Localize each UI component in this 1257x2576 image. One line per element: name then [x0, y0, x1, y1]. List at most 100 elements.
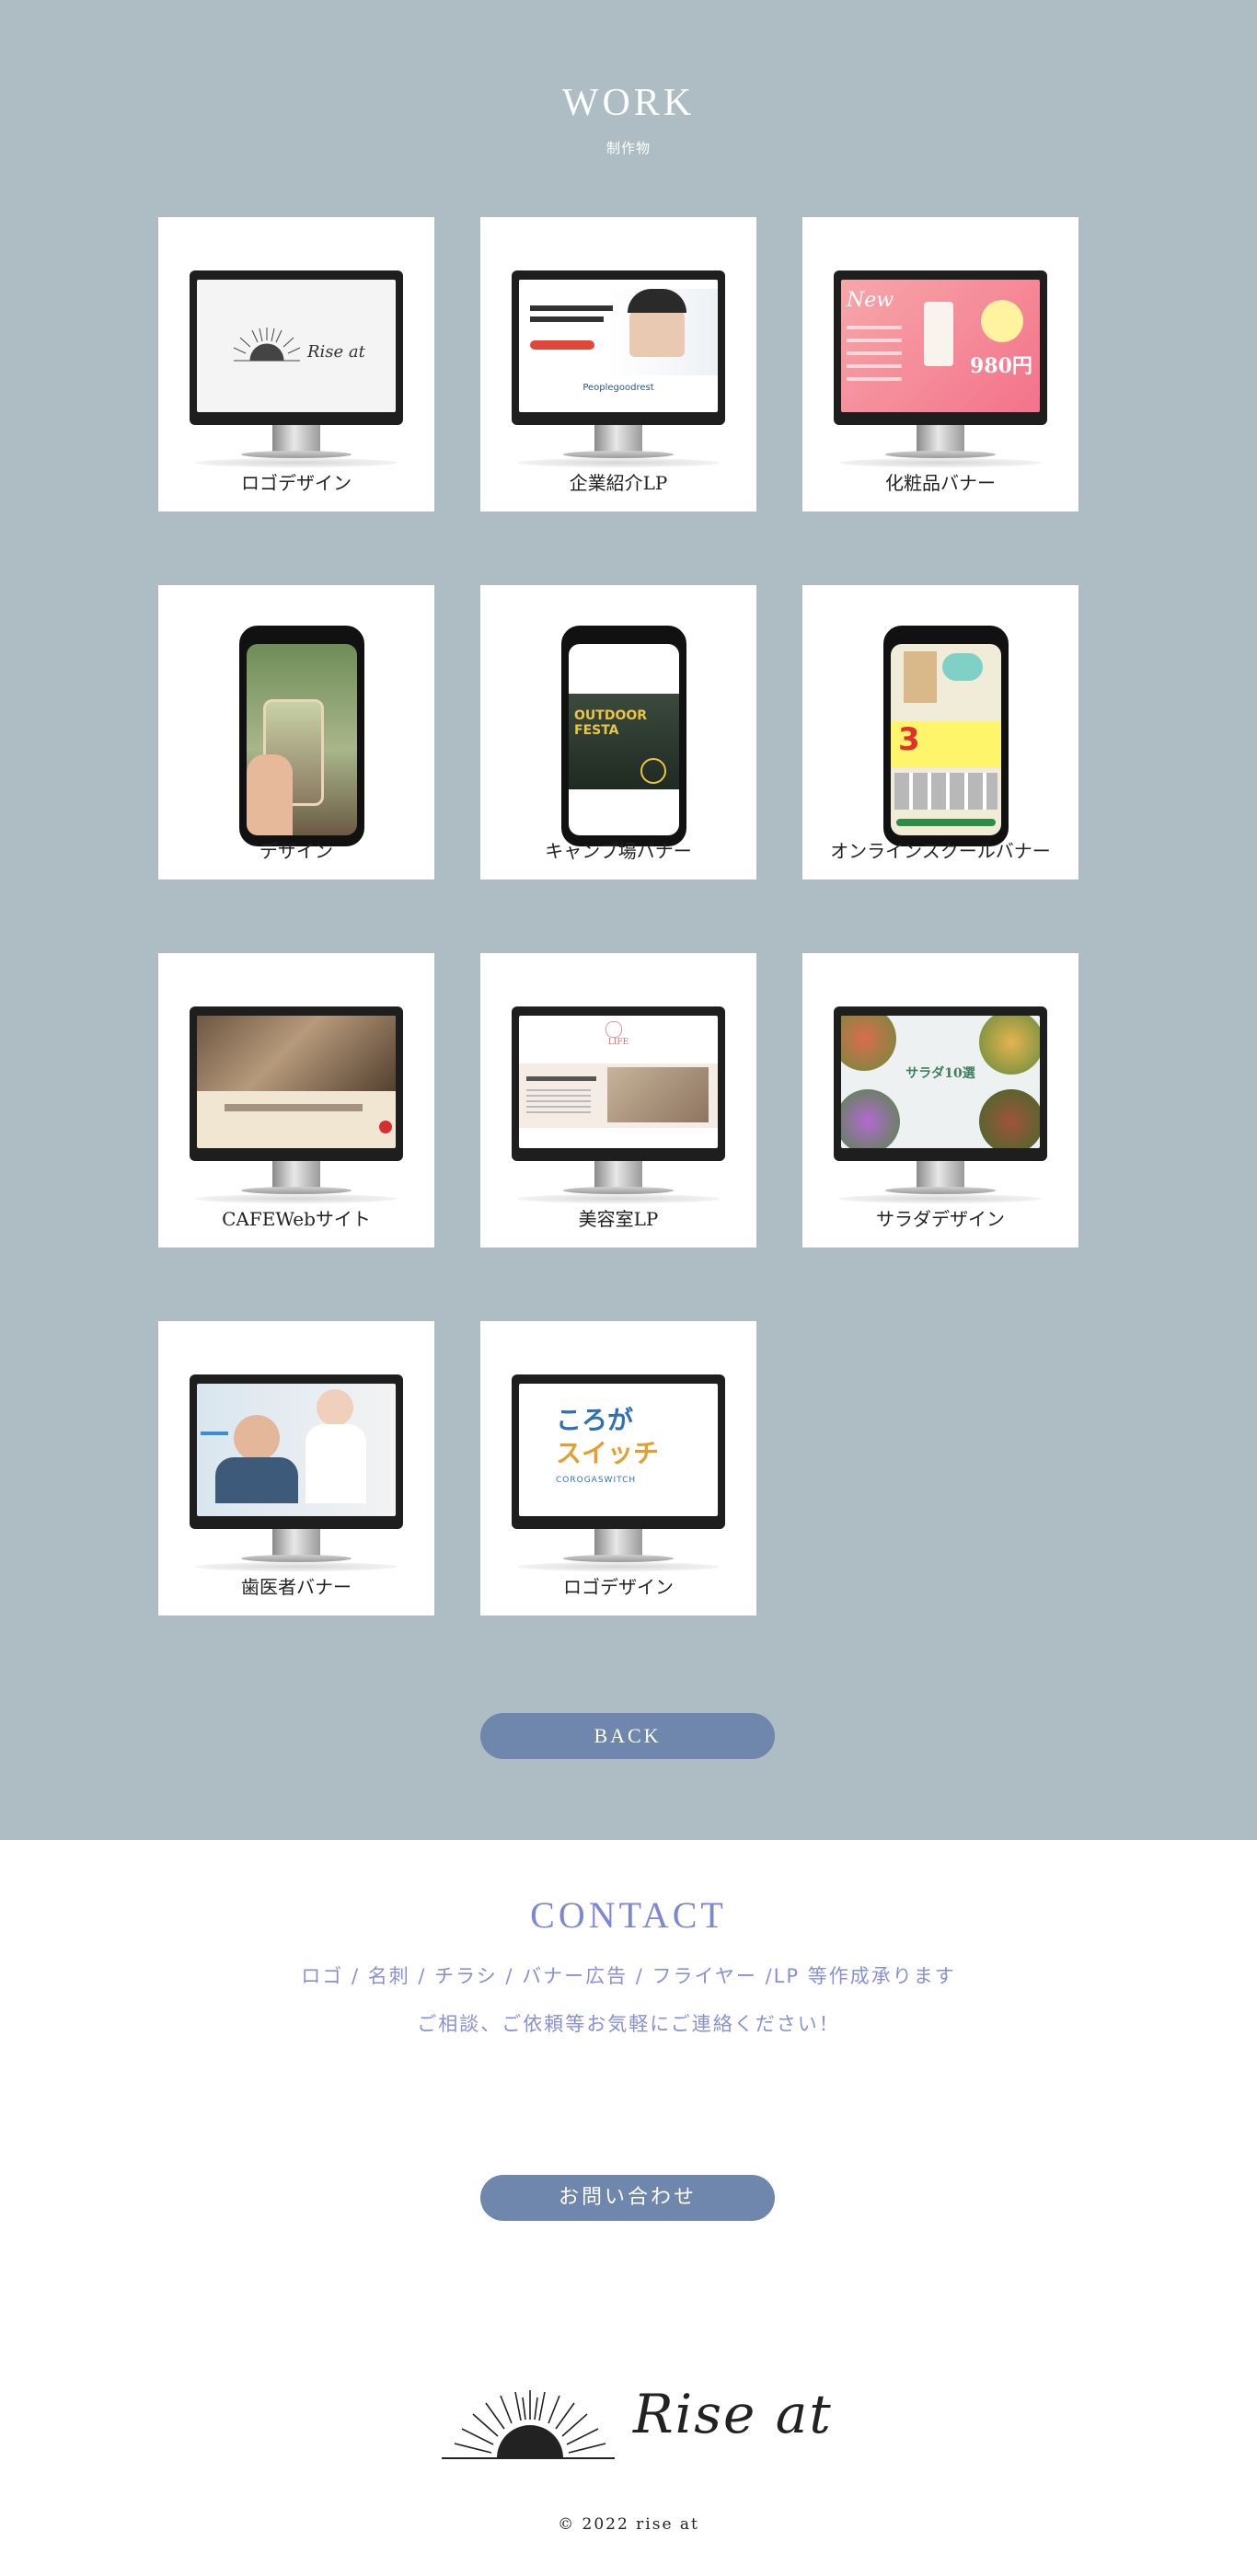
work-card-cafe-website[interactable]: CAFEWebサイト — [158, 953, 434, 1248]
monitor-shadow — [195, 1194, 398, 1203]
footer-logo-text: Rise at — [633, 2383, 833, 2445]
monitor-shadow — [517, 1562, 720, 1571]
monitor-shadow — [195, 458, 398, 467]
work-caption: 化粧品バナー — [885, 472, 996, 494]
phone-mockup: 3 — [883, 626, 1009, 846]
thumb-salad: サラダ10選 — [841, 1016, 1040, 1148]
monitor-base — [241, 1555, 352, 1562]
thumb-thumbnails — [894, 773, 998, 810]
monitor-mockup: New 980円 — [834, 270, 1047, 425]
sun-logo-icon: Rise at — [233, 328, 366, 362]
thumb-price: 980円 — [970, 354, 1032, 378]
monitor-shadow — [517, 1194, 720, 1203]
monitor-neck — [917, 425, 964, 453]
thumb-dentist — [197, 1384, 396, 1516]
thumb-salad-bowl-4 — [979, 1089, 1040, 1148]
thumb-switch: ころが スイッチ COROGASWITCH — [519, 1384, 718, 1516]
monitor-mockup — [190, 1374, 403, 1529]
monitor-mockup: ころが スイッチ COROGASWITCH — [512, 1374, 725, 1529]
thumb-cafe-dot — [379, 1121, 392, 1133]
thumb-cafe-photo — [197, 1016, 396, 1091]
thumb-hero — [519, 289, 718, 375]
monitor-neck — [594, 1161, 642, 1189]
phone-mockup — [239, 626, 364, 846]
thumb-new: New — [847, 289, 894, 312]
monitor-neck — [917, 1161, 964, 1189]
work-caption: デザイン — [259, 840, 333, 862]
work-card-corporate-lp[interactable]: Peoplegoodrest 企業紹介LP — [480, 217, 756, 512]
work-card-cosmetics-banner[interactable]: New 980円 化粧品バナー — [802, 217, 1078, 512]
thumb-cta — [530, 340, 594, 350]
contact-title: CONTACT — [530, 1894, 727, 1936]
thumb-brand: Peoplegoodrest — [582, 383, 654, 393]
monitor-mockup: サラダ10選 — [834, 1006, 1047, 1161]
monitor-neck — [594, 1529, 642, 1557]
thumb-headline — [530, 305, 613, 311]
work-caption: ロゴデザイン — [563, 1576, 674, 1598]
thumb-emblem — [640, 758, 666, 784]
thumb-figure — [904, 651, 937, 703]
phone-notch — [278, 631, 326, 640]
thumb-logo-text: Rise at — [306, 342, 366, 362]
monitor-neck — [272, 425, 320, 453]
thumb-school: 3 — [891, 644, 1001, 835]
monitor-mockup: Rise at — [190, 270, 403, 425]
monitor-shadow — [517, 458, 720, 467]
work-card-salad-design[interactable]: サラダ10選 サラダデザイン — [802, 953, 1078, 1248]
monitor-base — [563, 1187, 674, 1194]
monitor-base — [885, 451, 996, 458]
thumb-logo: Rise at — [197, 280, 396, 412]
work-caption: サラダデザイン — [876, 1208, 1005, 1230]
work-section: WORK 制作物 Rise at ロゴデザイン Peoplegoodrest 企… — [0, 0, 1257, 1840]
thumb-salon-brand: LIFE — [607, 1038, 629, 1047]
thumb-salon: LIFE — [519, 1016, 718, 1148]
work-caption: 歯医者バナー — [241, 1576, 352, 1598]
thumb-salon-emblem — [605, 1021, 622, 1038]
thumb-green-bar — [896, 819, 996, 826]
work-card-design[interactable]: デザイン — [158, 585, 434, 880]
monitor-shadow — [195, 1562, 398, 1571]
thumb-salon-photo — [607, 1067, 709, 1122]
thumb-patient — [234, 1415, 280, 1461]
thumb-cafe — [197, 1016, 396, 1148]
monitor-base — [241, 1187, 352, 1194]
work-card-online-school-banner[interactable]: 3 オンラインスクールバナー — [802, 585, 1078, 880]
thumb-switch-line2: スイッチ — [556, 1438, 660, 1468]
monitor-base — [563, 1555, 674, 1562]
monitor-mockup: LIFE — [512, 1006, 725, 1161]
monitor-mockup: Peoplegoodrest — [512, 270, 725, 425]
monitor-neck — [272, 1529, 320, 1557]
monitor-neck — [594, 425, 642, 453]
thumb-switch-sub: COROGASWITCH — [556, 1476, 637, 1485]
thumb-cosmetics: New 980円 — [841, 280, 1040, 412]
work-subtitle: 制作物 — [605, 140, 651, 156]
thumb-salad-bowl-3 — [841, 1089, 900, 1148]
monitor-base — [885, 1187, 996, 1194]
work-card-logo-design-2[interactable]: ころが スイッチ COROGASWITCH ロゴデザイン — [480, 1321, 756, 1616]
phone-notch — [922, 631, 970, 640]
work-title: WORK — [561, 82, 696, 124]
thumb-corporate-lp: Peoplegoodrest — [519, 280, 718, 412]
thumb-cafe-text — [225, 1104, 363, 1111]
work-card-dentist-banner[interactable]: 歯医者バナー — [158, 1321, 434, 1616]
monitor-shadow — [839, 458, 1042, 467]
sun-logo-icon — [442, 2390, 615, 2459]
monitor-base — [241, 451, 352, 458]
thumb-dentist-coat — [306, 1424, 366, 1503]
footer-copyright: © 2022 rise at — [558, 2515, 699, 2534]
contact-services-text: ロゴ / 名刺 / チラシ / バナー広告 / フライヤー /LP 等作成承りま… — [301, 1965, 956, 1987]
phone-mockup: OUTDOOR FESTA — [561, 626, 686, 846]
contact-invite-text: ご相談、ご依頼等お気軽にご連絡ください！ — [417, 2013, 840, 2035]
work-caption: ロゴデザイン — [241, 472, 352, 494]
work-card-salon-lp[interactable]: LIFE 美容室LP — [480, 953, 756, 1248]
contact-button[interactable]: お問い合わせ — [480, 2175, 775, 2221]
monitor-mockup — [190, 1006, 403, 1161]
thumb-list — [847, 326, 902, 381]
back-button[interactable]: BACK — [480, 1713, 775, 1759]
work-card-camp-banner[interactable]: OUTDOOR FESTA キャンプ場バナー — [480, 585, 756, 880]
work-caption: 企業紹介LP — [569, 472, 668, 494]
thumb-outdoor-text: OUTDOOR FESTA — [574, 708, 648, 738]
thumb-salad-bowl-2 — [979, 1016, 1040, 1075]
thumb-patient-body — [215, 1457, 298, 1503]
work-card-logo-design[interactable]: Rise at ロゴデザイン — [158, 217, 434, 512]
